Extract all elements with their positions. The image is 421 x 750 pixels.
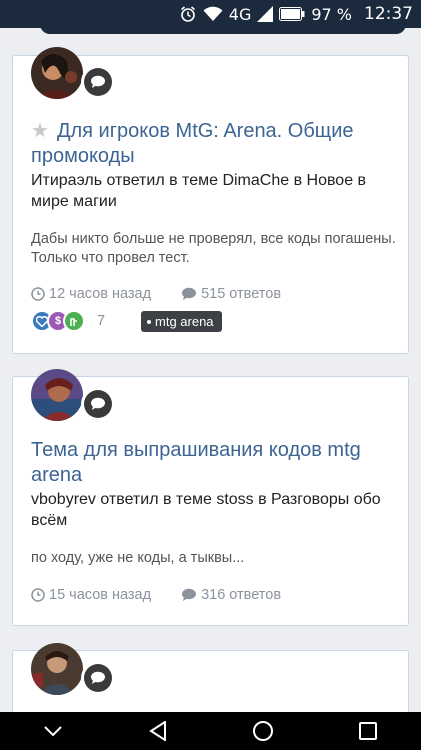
comment-icon [84,390,112,418]
activity-text: vbobyrev ответил в теме stoss в Разговор… [31,491,381,529]
topic-title[interactable]: Тема для выпрашивания кодов mtg arena [31,438,401,488]
reply-count: 515 ответов [201,286,282,302]
recents-icon[interactable] [348,712,388,750]
clock: 12:37 [364,4,413,24]
avatar[interactable] [31,643,83,695]
topic-time: 12 часов назад [49,286,152,302]
comment-badge [81,65,115,99]
topic-title[interactable]: ★ Для игроков MtG: Arena. Общие промокоды [31,119,401,169]
replies-icon [181,287,197,301]
comment-badge [81,661,115,695]
back-icon[interactable] [138,712,178,750]
post-snippet: Дабы никто больше не проверял, все коды … [31,231,396,266]
avatar[interactable] [31,369,83,421]
clock-icon [31,588,45,602]
reply-count: 316 ответов [201,587,282,603]
reaction-count: 7 [97,313,106,329]
agree-reaction-icon [63,310,85,332]
signal-icon [257,6,274,22]
topic-tag[interactable]: mtg arena [141,311,222,332]
network-type: 4G [228,4,252,24]
star-icon[interactable]: ★ [31,120,49,142]
avatar[interactable] [31,47,83,99]
topic-card[interactable]: Тема для выпрашивания кодов mtg arena vb… [12,369,409,626]
activity-text: Итираэль ответил в теме DimaChe в Новое … [31,172,367,210]
clock-icon [31,287,45,301]
battery-percent: 97 % [311,4,352,24]
chevron-down-icon[interactable] [33,712,73,750]
system-nav-bar [0,712,421,750]
post-snippet: по ходу, уже не коды, а тыквы... [31,550,245,566]
topic-meta: 12 часов назад 515 ответов [31,286,281,302]
battery-icon [279,7,305,21]
comment-icon [84,68,112,96]
comment-badge [81,387,115,421]
wifi-icon [203,6,223,22]
home-icon[interactable] [243,712,283,750]
comment-icon [84,664,112,692]
topic-meta: 15 часов назад 316 ответов [31,587,281,603]
topic-time: 15 часов назад [49,587,152,603]
replies-icon [181,588,197,602]
alarm-icon [179,5,197,23]
topic-card[interactable]: ★ Для игроков MtG: Arena. Общие промокоды… [12,47,409,354]
header-edge [40,22,406,34]
reactions[interactable]: $ 7 [31,310,105,332]
